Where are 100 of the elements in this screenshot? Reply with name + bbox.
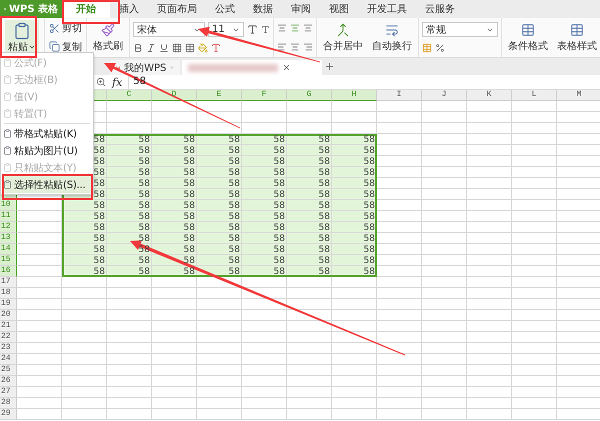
row-header[interactable]: 12	[0, 222, 17, 233]
copy-button[interactable]: 复制	[48, 40, 83, 54]
table-cell	[422, 398, 467, 409]
app-menu-button[interactable]: WPS 表格	[0, 0, 62, 18]
wrap-text-button[interactable]: 自动换行	[369, 22, 415, 52]
table-cell	[422, 156, 467, 167]
document-tab[interactable]	[182, 60, 322, 75]
row-header[interactable]: 24	[0, 354, 17, 365]
table-cell	[17, 321, 62, 332]
table-cell	[467, 233, 512, 244]
row-header[interactable]: 17	[0, 277, 17, 288]
table-cell	[287, 123, 332, 134]
table-cell	[377, 398, 422, 409]
table-cell: 58	[62, 200, 107, 211]
table-cell	[332, 277, 377, 288]
table-cell: 58	[242, 211, 287, 222]
row-header[interactable]: 25	[0, 365, 17, 376]
row-header[interactable]: 16	[0, 266, 17, 277]
document-tab[interactable]: 我的WPS	[110, 60, 180, 75]
table-cell	[467, 255, 512, 266]
column-header[interactable]: C	[107, 90, 152, 101]
row-header[interactable]: 28	[0, 398, 17, 409]
ribbon-tab[interactable]: 视图	[320, 0, 358, 18]
column-header[interactable]: G	[287, 90, 332, 101]
italic-icon	[146, 43, 156, 53]
align-left-icon	[277, 42, 287, 52]
row-header[interactable]: 23	[0, 343, 17, 354]
column-header[interactable]: F	[242, 90, 287, 101]
table-cell	[467, 167, 512, 178]
row-header[interactable]: 26	[0, 376, 17, 387]
table-cell	[467, 365, 512, 376]
table-cell	[467, 244, 512, 255]
table-cell	[242, 310, 287, 321]
table-cell	[197, 299, 242, 310]
row-header[interactable]: 14	[0, 244, 17, 255]
table-cell	[467, 222, 512, 233]
table-cell	[197, 101, 242, 112]
table-cell	[512, 299, 557, 310]
menu-item[interactable]: 选择性粘贴(S)...	[2, 176, 92, 193]
table-cell	[467, 398, 512, 409]
column-header[interactable]: L	[512, 90, 557, 101]
table-cell	[422, 354, 467, 365]
table-cell	[332, 123, 377, 134]
function-label[interactable]: fx	[112, 76, 122, 88]
row-header[interactable]: 19	[0, 299, 17, 310]
ribbon-tab[interactable]: 开发工具	[358, 0, 416, 18]
row-header[interactable]: 11	[0, 211, 17, 222]
table-cell	[467, 387, 512, 398]
table-cell	[422, 167, 467, 178]
column-header[interactable]: K	[467, 90, 512, 101]
row-header[interactable]: 22	[0, 332, 17, 343]
row-header[interactable]: 18	[0, 288, 17, 299]
table-cell	[377, 211, 422, 222]
table-cell	[17, 310, 62, 321]
format-painter-button[interactable]: 格式刷	[90, 22, 126, 52]
column-header[interactable]: M	[557, 90, 600, 101]
table-cell	[377, 167, 422, 178]
row-header[interactable]: 13	[0, 233, 17, 244]
align-bottom-icon	[303, 23, 313, 34]
row-header[interactable]: 21	[0, 321, 17, 332]
table-cell	[467, 288, 512, 299]
table-cell	[467, 178, 512, 189]
table-cell	[422, 112, 467, 123]
table-cell	[422, 189, 467, 200]
table-cell	[17, 244, 62, 255]
table-cell	[377, 310, 422, 321]
row-header[interactable]: 10	[0, 200, 17, 211]
table-style-button[interactable]: 表格样式	[554, 22, 600, 52]
ribbon-tab[interactable]: 审阅	[282, 0, 320, 18]
row-header[interactable]: 29	[0, 409, 17, 420]
ribbon-tab[interactable]: 页面布局	[148, 0, 206, 18]
column-header[interactable]: E	[197, 90, 242, 101]
table-cell	[17, 398, 62, 409]
table-cell	[107, 343, 152, 354]
ribbon-tab[interactable]: 数据	[244, 0, 282, 18]
new-tab-icon	[324, 61, 335, 72]
table-cell	[512, 211, 557, 222]
table-cell	[512, 266, 557, 277]
ribbon-tab[interactable]: 插入	[110, 0, 148, 18]
number-format-field[interactable]: 常规	[422, 22, 498, 37]
column-header[interactable]: I	[377, 90, 422, 101]
table-cell	[467, 354, 512, 365]
clipboard-icon	[3, 75, 12, 84]
row-header[interactable]: 15	[0, 255, 17, 266]
column-header[interactable]: J	[422, 90, 467, 101]
table-cell: 58	[197, 255, 242, 266]
ribbon-tab[interactable]: 云服务	[416, 0, 464, 18]
row-header[interactable]: 20	[0, 310, 17, 321]
table-cell	[107, 365, 152, 376]
row-header[interactable]: 27	[0, 387, 17, 398]
column-header[interactable]: H	[332, 90, 377, 101]
table-cell	[377, 255, 422, 266]
font-name-field[interactable]: 宋体	[133, 22, 205, 37]
clipboard-icon	[3, 92, 12, 101]
conditional-format-button[interactable]: 条件格式	[505, 22, 551, 52]
align-center-icon	[290, 42, 300, 52]
ribbon-tab[interactable]: 公式	[206, 0, 244, 18]
merge-center-button[interactable]: 合并居中	[320, 22, 366, 52]
table-cell	[512, 123, 557, 134]
underline-icon	[159, 43, 169, 53]
